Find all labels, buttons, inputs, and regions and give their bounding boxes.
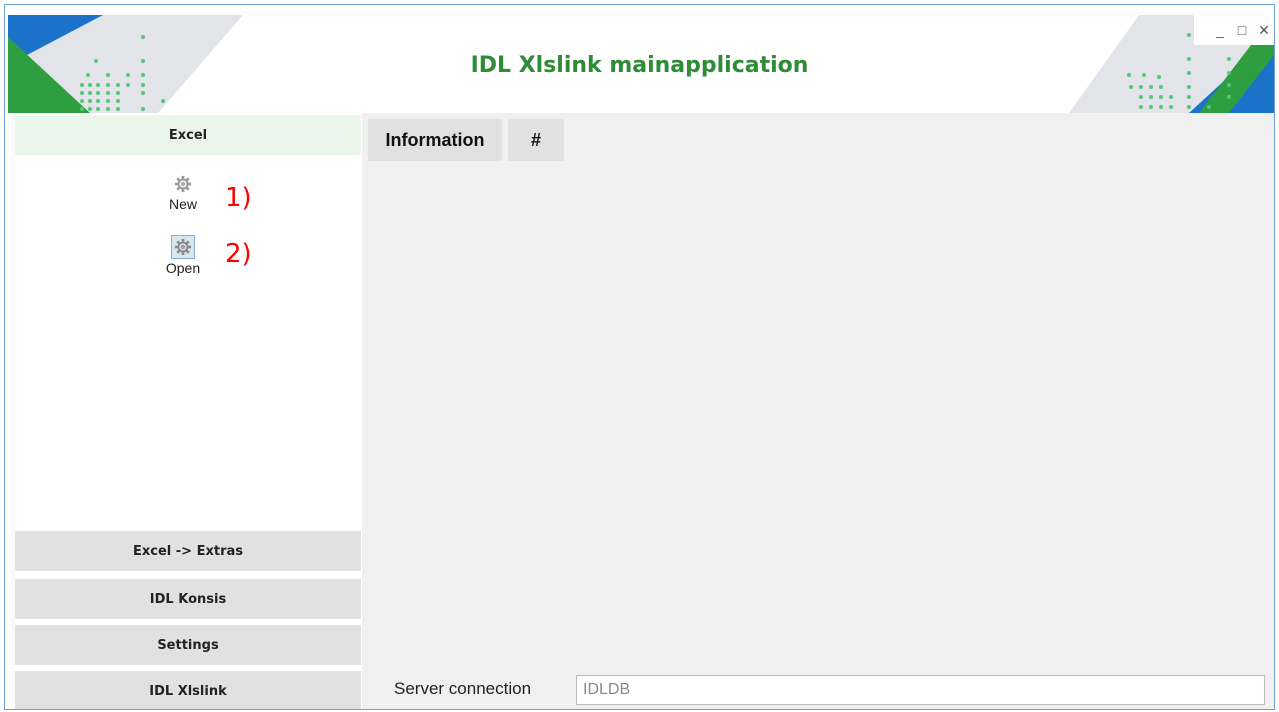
new-button[interactable]: New — [153, 173, 213, 212]
server-connection-label: Server connection — [394, 679, 532, 698]
open-label: Open — [165, 260, 201, 276]
annotation-1: 1) — [225, 183, 252, 213]
sidebar-section-idl-xlslink[interactable]: IDL Xlslink — [15, 671, 361, 709]
maximize-button[interactable]: □ — [1234, 22, 1250, 38]
server-connection-field[interactable]: IDLDB — [576, 675, 1265, 705]
main-panel: Information # Server connection IDLDB — [362, 113, 1274, 709]
gear-icon — [172, 173, 194, 195]
annotation-2: 2) — [225, 239, 252, 269]
sidebar-section-idl-konsis[interactable]: IDL Konsis — [15, 579, 361, 619]
header-banner: IDL Xlslink mainapplication _ □ ✕ — [5, 5, 1274, 113]
open-button[interactable]: Open — [153, 235, 213, 276]
sidebar-section-excel[interactable]: Excel — [15, 115, 361, 155]
tab-hash[interactable]: # — [508, 119, 564, 161]
new-label: New — [168, 196, 197, 212]
server-connection-value: IDLDB — [583, 681, 631, 698]
sidebar-section-settings[interactable]: Settings — [15, 625, 361, 665]
app-window: IDL Xlslink mainapplication _ □ ✕ Excel — [4, 4, 1275, 710]
sidebar: Excel New 1) Open 2) Excel -> Extras IDL… — [11, 113, 361, 709]
window-controls: _ □ ✕ — [1194, 15, 1274, 45]
sidebar-section-excel-extras[interactable]: Excel -> Extras — [15, 531, 361, 571]
close-button[interactable]: ✕ — [1256, 22, 1272, 39]
gear-icon — [171, 235, 195, 259]
tab-information[interactable]: Information — [368, 119, 502, 161]
app-title: IDL Xlslink mainapplication — [470, 53, 809, 78]
minimize-button[interactable]: _ — [1212, 22, 1228, 38]
